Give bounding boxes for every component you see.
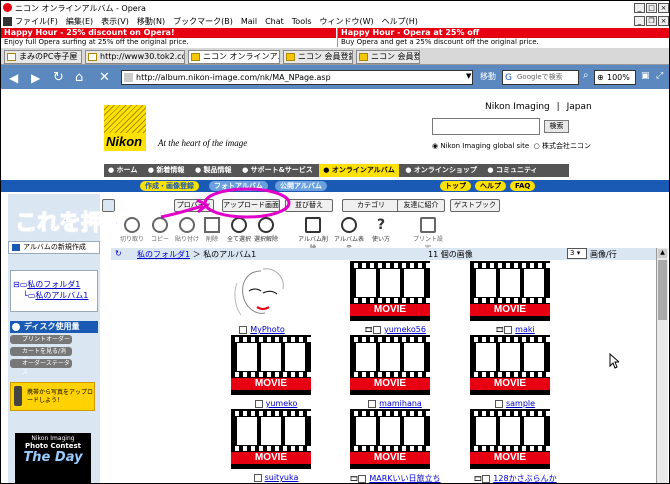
annotation-overlay bbox=[160, 187, 291, 219]
browser-window: { "window": { "title": "ニコン オンラインアルバム - … bbox=[0, 0, 670, 484]
annotation-text: これを押す bbox=[14, 211, 126, 237]
